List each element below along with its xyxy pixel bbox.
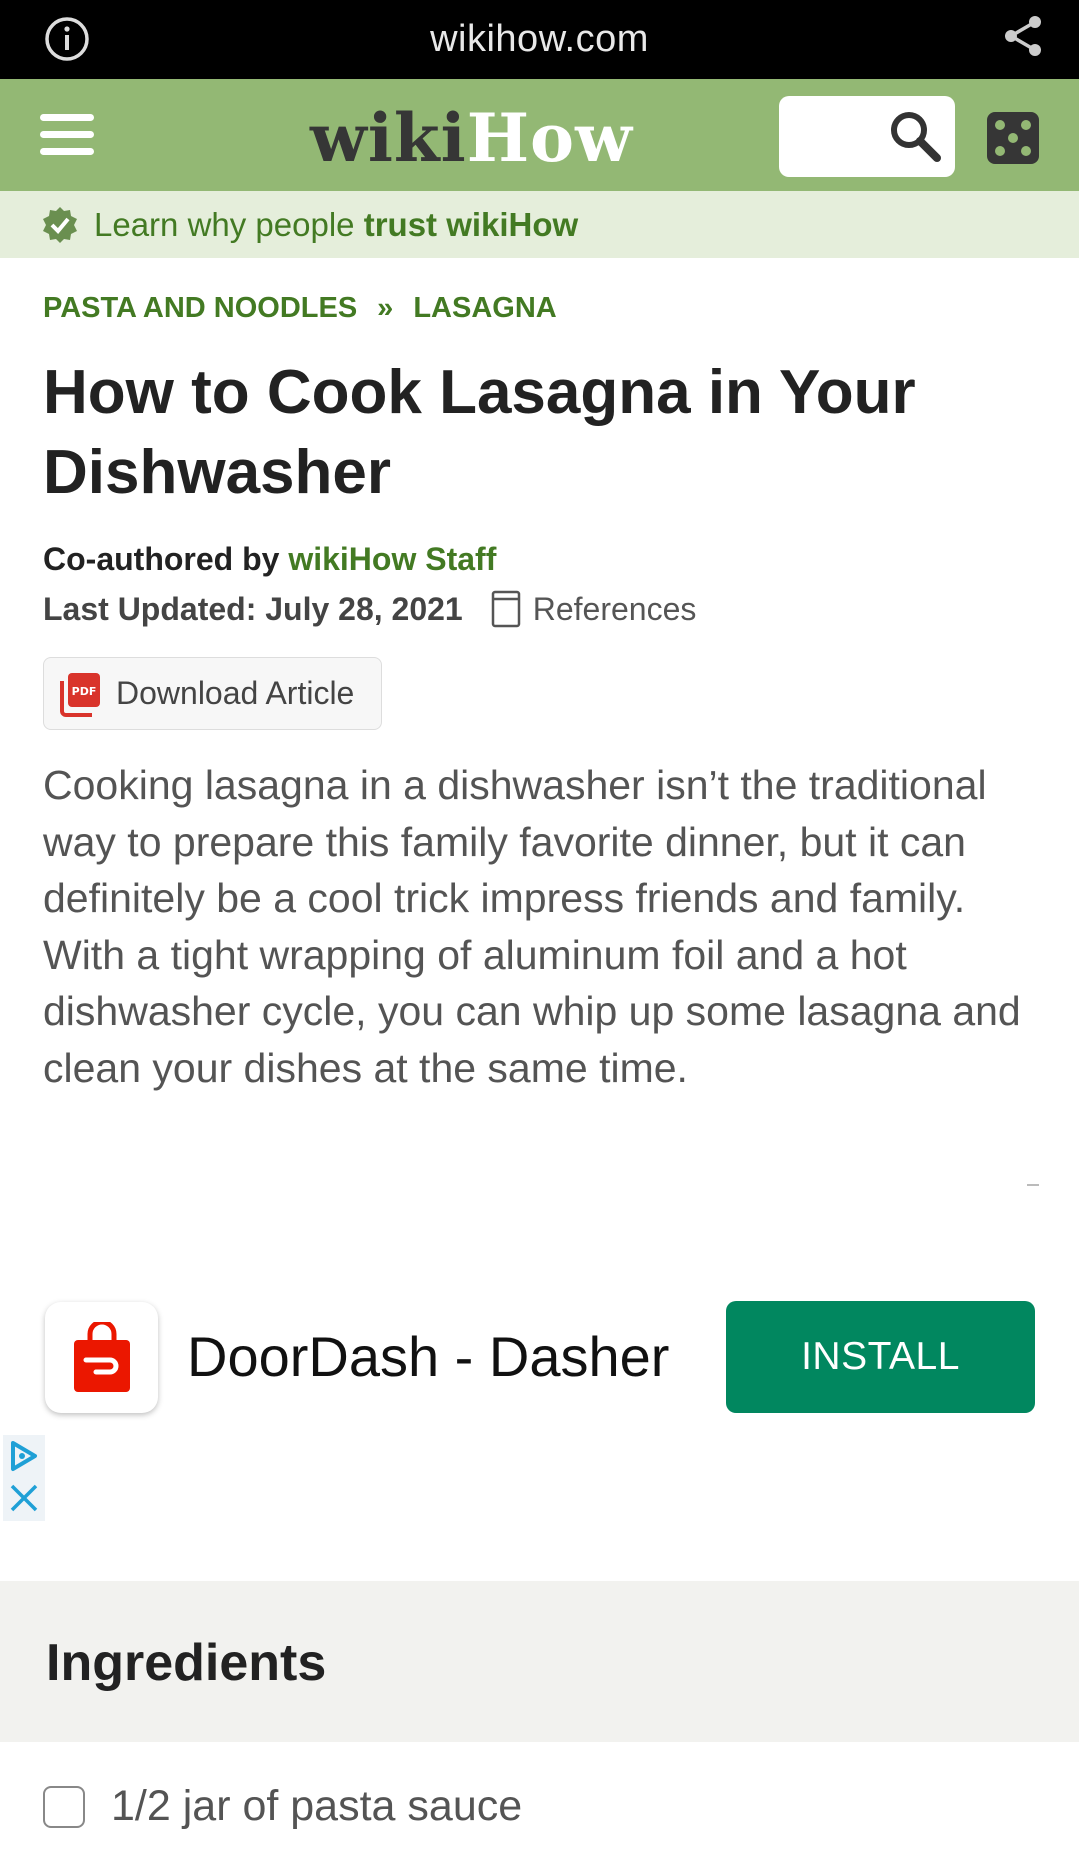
random-article-icon[interactable] [987, 112, 1039, 164]
ingredients-heading: Ingredients [46, 1634, 327, 1692]
adchoices-icon[interactable] [3, 1435, 45, 1477]
breadcrumb-pasta-and-noodles[interactable]: PASTA AND NOODLES [43, 292, 357, 325]
page-title: How to Cook Lasagna in Your Dishwasher [43, 358, 916, 507]
references-link[interactable]: References [491, 590, 697, 628]
info-icon[interactable] [44, 16, 90, 62]
adchoices-badge[interactable] [3, 1435, 45, 1521]
search-input[interactable] [779, 96, 955, 177]
download-article-button[interactable]: PDF Download Article [43, 657, 382, 730]
close-icon[interactable] [3, 1477, 45, 1519]
logo-wiki-text: wiki [310, 99, 467, 177]
breadcrumb-separator: » [377, 292, 394, 324]
byline: Co-authored by wikiHow Staff [43, 541, 496, 578]
trust-banner[interactable]: Learn why people trust wikiHow [0, 191, 1079, 258]
verified-badge-icon [43, 206, 77, 243]
doordash-bag-icon [74, 1322, 130, 1392]
download-label: Download Article [116, 675, 355, 711]
ingredient-checkbox[interactable] [43, 1785, 85, 1828]
install-button[interactable]: INSTALL [726, 1301, 1035, 1413]
updated-text: Last Updated: July 28, 2021 [43, 590, 463, 627]
search-icon[interactable] [885, 106, 945, 166]
doordash-app-icon[interactable] [45, 1302, 158, 1413]
menu-icon[interactable] [40, 114, 94, 158]
book-icon [491, 590, 520, 628]
svg-text:PDF: PDF [72, 685, 97, 698]
wikihow-logo[interactable]: wikiHow [310, 99, 633, 177]
ad-app-name[interactable]: DoorDash - Dasher [187, 1324, 669, 1389]
last-updated: Last Updated: July 28, 2021 References [43, 590, 696, 628]
ingredient-item[interactable]: 1/2 jar of pasta sauce [43, 1782, 522, 1831]
ingredient-text: 1/2 jar of pasta sauce [111, 1782, 523, 1830]
byline-prefix: Co-authored by [43, 541, 289, 577]
ad-divider [1027, 1184, 1039, 1186]
article-intro: Cooking lasagna in a dishwasher isn’t th… [43, 762, 1021, 1091]
site-header: wikiHow [0, 79, 1079, 191]
breadcrumb: PASTA AND NOODLES » LASAGNA [43, 292, 557, 325]
trust-bold-text: trust wikiHow [363, 205, 579, 243]
logo-how-text: How [466, 99, 633, 177]
share-icon[interactable] [999, 12, 1047, 60]
ingredients-section-header: Ingredients [0, 1581, 1079, 1742]
trust-text: Learn why people [94, 205, 355, 243]
browser-url-bar: wikihow.com [0, 0, 1079, 79]
url-text[interactable]: wikihow.com [430, 18, 649, 61]
references-label: References [532, 590, 697, 627]
pdf-icon: PDF [60, 672, 100, 717]
breadcrumb-lasagna[interactable]: LASAGNA [413, 292, 556, 325]
author-link[interactable]: wikiHow Staff [288, 541, 496, 577]
